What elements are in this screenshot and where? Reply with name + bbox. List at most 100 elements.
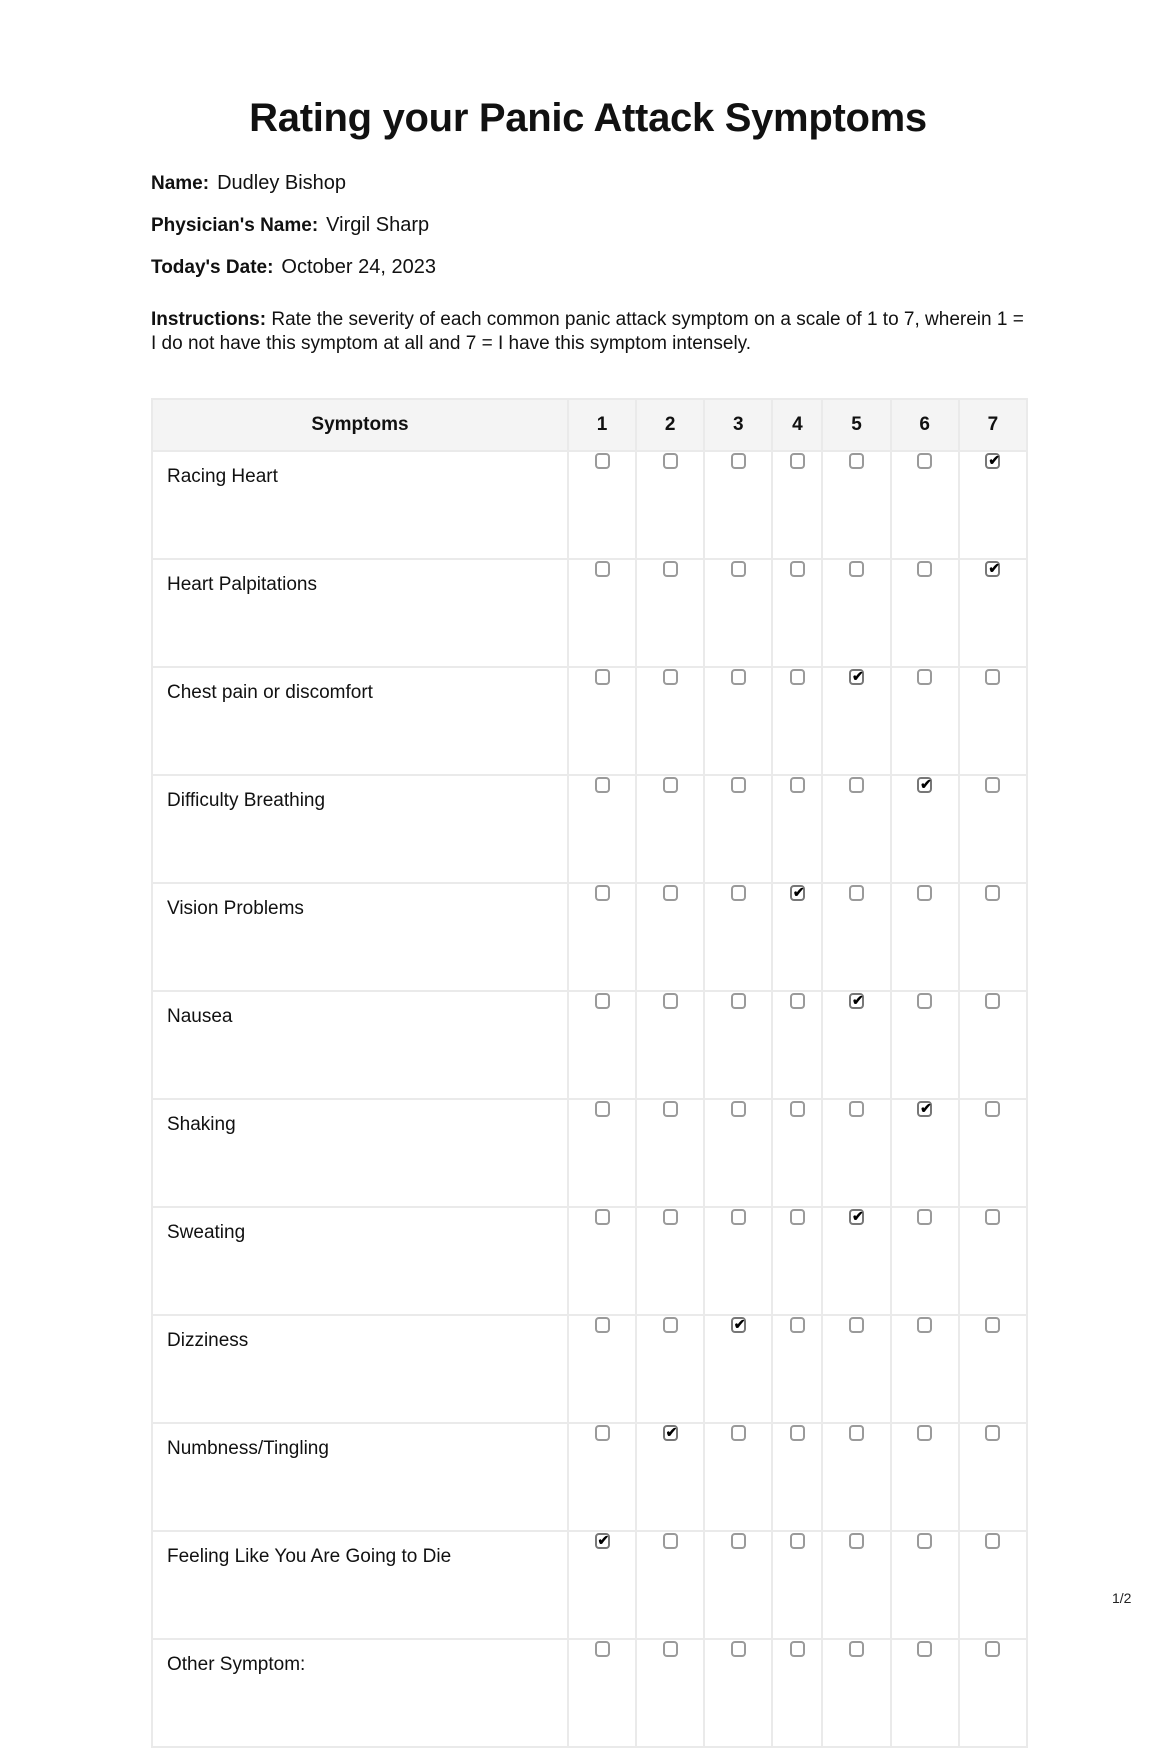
rating-checkbox-4[interactable] xyxy=(789,1101,805,1117)
rating-checkbox-6[interactable] xyxy=(917,993,933,1009)
rating-checkbox-1[interactable] xyxy=(594,1317,610,1333)
rating-checkbox-2[interactable] xyxy=(662,1101,678,1117)
rating-checkbox-5[interactable] xyxy=(849,1101,865,1117)
rating-checkbox-1[interactable] xyxy=(594,1101,610,1117)
rating-checkbox-3[interactable] xyxy=(730,1641,746,1657)
rating-checkbox-2[interactable] xyxy=(662,1209,678,1225)
rating-checkbox-7[interactable] xyxy=(985,1425,1001,1441)
rating-checkbox-1[interactable] xyxy=(594,453,610,469)
rating-checkbox-3[interactable] xyxy=(730,1533,746,1549)
rating-checkbox-4[interactable] xyxy=(789,993,805,1009)
rating-checkbox-7[interactable] xyxy=(985,1209,1001,1225)
rating-checkbox-1[interactable] xyxy=(594,885,610,901)
rating-checkbox-2[interactable] xyxy=(662,1641,678,1657)
rating-checkbox-4[interactable] xyxy=(789,669,805,685)
rating-checkbox-3[interactable] xyxy=(730,669,746,685)
checkmark-icon: ✔ xyxy=(733,1316,746,1332)
rating-checkbox-3[interactable] xyxy=(730,453,746,469)
rating-checkbox-7[interactable] xyxy=(985,885,1001,901)
rating-checkbox-7[interactable] xyxy=(985,1641,1001,1657)
rating-checkbox-6[interactable] xyxy=(917,1533,933,1549)
rating-checkbox-1[interactable] xyxy=(594,1641,610,1657)
rating-checkbox-5[interactable] xyxy=(849,1641,865,1657)
rating-checkbox-1[interactable] xyxy=(594,1425,610,1441)
rating-checkbox-4[interactable]: ✔ xyxy=(789,884,805,901)
rating-checkbox-2[interactable] xyxy=(662,453,678,469)
rating-cell-3 xyxy=(703,1098,774,1208)
rating-cell-6 xyxy=(889,1530,960,1640)
rating-checkbox-1[interactable] xyxy=(594,777,610,793)
rating-checkbox-4[interactable] xyxy=(789,1425,805,1441)
rating-checkbox-7[interactable] xyxy=(985,777,1001,793)
rating-checkbox-6[interactable] xyxy=(917,885,933,901)
rating-checkbox-1[interactable] xyxy=(594,561,610,577)
rating-checkbox-7[interactable] xyxy=(985,1317,1001,1333)
rating-checkbox-7[interactable] xyxy=(985,1533,1001,1549)
rating-checkbox-4[interactable] xyxy=(789,1533,805,1549)
rating-cell-3: ✔ xyxy=(703,1314,774,1424)
symptom-name: Vision Problems xyxy=(151,882,569,992)
rating-checkbox-5[interactable] xyxy=(849,561,865,577)
rating-checkbox-6[interactable] xyxy=(917,669,933,685)
rating-checkbox-7[interactable]: ✔ xyxy=(985,560,1001,577)
rating-checkbox-4[interactable] xyxy=(789,561,805,577)
rating-checkbox-5[interactable] xyxy=(849,1317,865,1333)
rating-checkbox-3[interactable] xyxy=(730,777,746,793)
rating-checkbox-6[interactable] xyxy=(917,1425,933,1441)
rating-checkbox-4[interactable] xyxy=(789,453,805,469)
rating-checkbox-3[interactable] xyxy=(730,561,746,577)
rating-checkbox-7[interactable] xyxy=(985,669,1001,685)
rating-cell-7 xyxy=(957,1098,1029,1208)
rating-checkbox-4[interactable] xyxy=(789,1641,805,1657)
date-value: October 24, 2023 xyxy=(281,256,436,278)
rating-checkbox-2[interactable] xyxy=(662,777,678,793)
rating-checkbox-3[interactable] xyxy=(730,885,746,901)
rating-checkbox-2[interactable]: ✔ xyxy=(662,1424,678,1441)
rating-checkbox-3[interactable] xyxy=(730,1209,746,1225)
rating-checkbox-1[interactable] xyxy=(594,1209,610,1225)
rating-checkbox-5[interactable] xyxy=(849,1425,865,1441)
rating-cell-7 xyxy=(957,666,1029,776)
rating-checkbox-7[interactable] xyxy=(985,1101,1001,1117)
rating-checkbox-4[interactable] xyxy=(789,1317,805,1333)
rating-cell-1 xyxy=(566,774,638,884)
rating-checkbox-1[interactable] xyxy=(594,669,610,685)
rating-checkbox-6[interactable] xyxy=(917,1317,933,1333)
rating-cell-2 xyxy=(635,1206,706,1316)
rating-checkbox-3[interactable] xyxy=(730,1425,746,1441)
rating-checkbox-5[interactable]: ✔ xyxy=(849,668,865,685)
rating-checkbox-5[interactable] xyxy=(849,1533,865,1549)
rating-checkbox-7[interactable]: ✔ xyxy=(985,452,1001,469)
rating-cell-2 xyxy=(635,990,706,1100)
rating-checkbox-2[interactable] xyxy=(662,993,678,1009)
rating-checkbox-2[interactable] xyxy=(662,885,678,901)
rating-checkbox-2[interactable] xyxy=(662,669,678,685)
rating-checkbox-6[interactable] xyxy=(917,453,933,469)
rating-checkbox-3[interactable] xyxy=(730,993,746,1009)
rating-checkbox-4[interactable] xyxy=(789,777,805,793)
rating-checkbox-2[interactable] xyxy=(662,561,678,577)
rating-checkbox-6[interactable] xyxy=(917,1209,933,1225)
rating-checkbox-1[interactable] xyxy=(594,993,610,1009)
rating-cell-6 xyxy=(889,558,960,668)
rating-checkbox-5[interactable] xyxy=(849,453,865,469)
rating-checkbox-3[interactable] xyxy=(730,1101,746,1117)
rating-checkbox-1[interactable]: ✔ xyxy=(594,1532,610,1549)
rating-checkbox-2[interactable] xyxy=(662,1533,678,1549)
rating-checkbox-6[interactable] xyxy=(917,1641,933,1657)
rating-checkbox-5[interactable]: ✔ xyxy=(849,1208,865,1225)
rating-cell-5 xyxy=(821,1530,892,1640)
rating-checkbox-7[interactable] xyxy=(985,993,1001,1009)
rating-checkbox-6[interactable]: ✔ xyxy=(917,1100,933,1117)
rating-checkbox-5[interactable]: ✔ xyxy=(849,992,865,1009)
rating-checkbox-4[interactable] xyxy=(789,1209,805,1225)
rating-checkbox-5[interactable] xyxy=(849,885,865,901)
rating-checkbox-6[interactable] xyxy=(917,561,933,577)
rating-checkbox-5[interactable] xyxy=(849,777,865,793)
symptom-name: Feeling Like You Are Going to Die xyxy=(151,1530,569,1640)
rating-cell-4 xyxy=(771,1422,824,1532)
rating-checkbox-3[interactable]: ✔ xyxy=(730,1316,746,1333)
rating-checkbox-6[interactable]: ✔ xyxy=(917,776,933,793)
rating-cell-3 xyxy=(703,450,774,560)
rating-checkbox-2[interactable] xyxy=(662,1317,678,1333)
